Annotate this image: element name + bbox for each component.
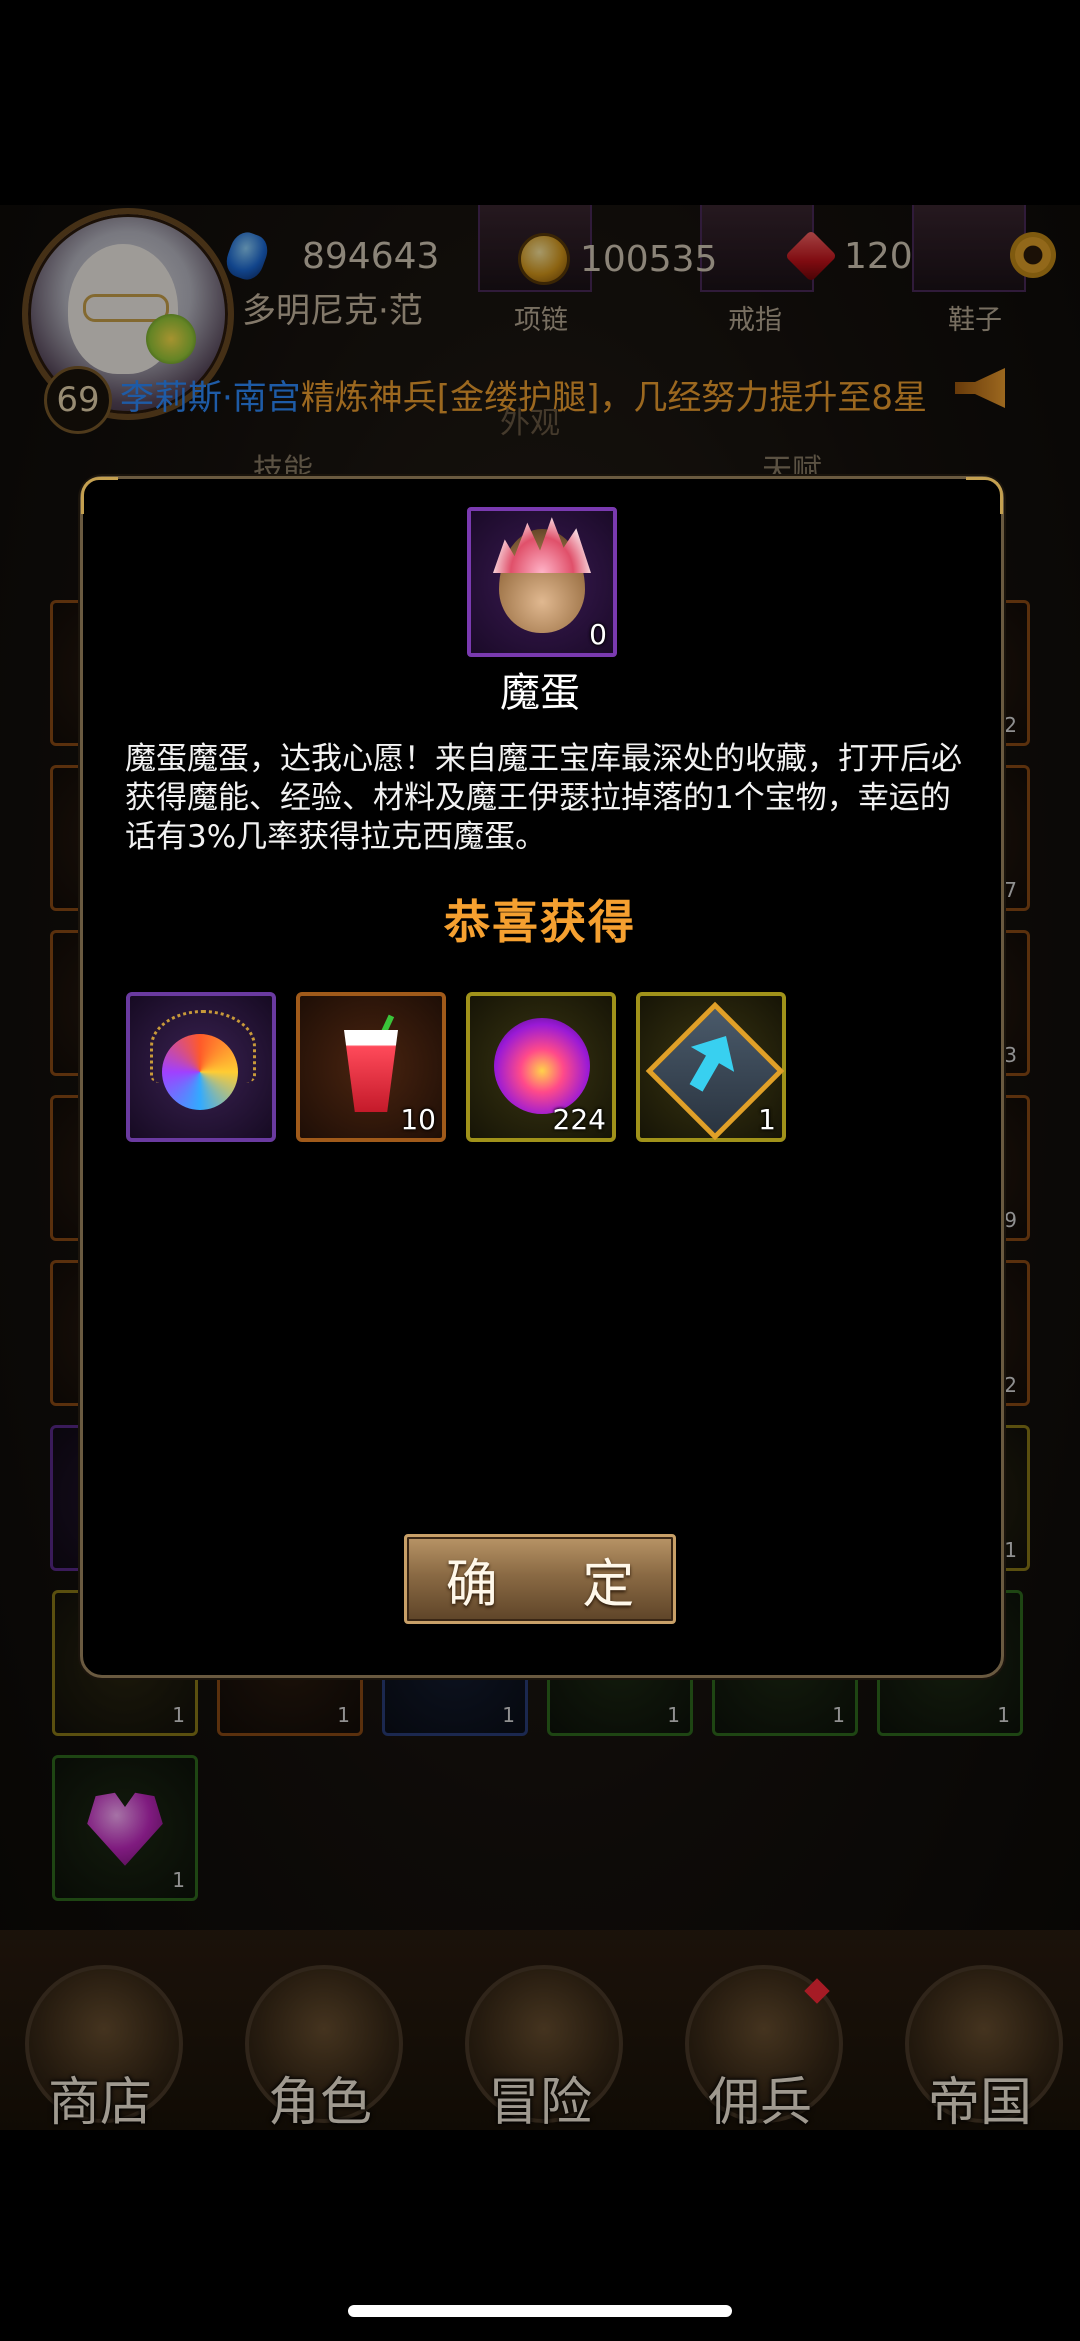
magic-egg-slot: 0	[467, 507, 617, 657]
item-title: 魔蛋	[500, 670, 580, 716]
reward-slot[interactable]: 224	[466, 992, 616, 1142]
item-quantity: 0	[589, 618, 607, 651]
corner-ornament-icon	[81, 477, 118, 514]
reward-quantity: 224	[552, 1103, 606, 1136]
reward-slot[interactable]: 1	[636, 992, 786, 1142]
confirm-button[interactable]: 确 定	[404, 1534, 676, 1624]
home-indicator[interactable]	[348, 2305, 732, 2317]
drink-icon	[344, 1030, 398, 1112]
reward-quantity: 1	[758, 1103, 776, 1136]
congrats-heading: 恭喜获得	[444, 895, 636, 949]
reward-slot[interactable]	[126, 992, 276, 1142]
reward-slot[interactable]: 10	[296, 992, 446, 1142]
amulet-icon	[162, 1034, 238, 1110]
item-description: 魔蛋魔蛋，达我心愿！来自魔王宝库最深处的收藏，打开后必获得魔能、经验、材料及魔王…	[125, 741, 962, 855]
fire-orb-icon	[494, 1018, 590, 1114]
corner-ornament-icon	[966, 477, 1003, 514]
reward-quantity: 10	[400, 1103, 436, 1136]
